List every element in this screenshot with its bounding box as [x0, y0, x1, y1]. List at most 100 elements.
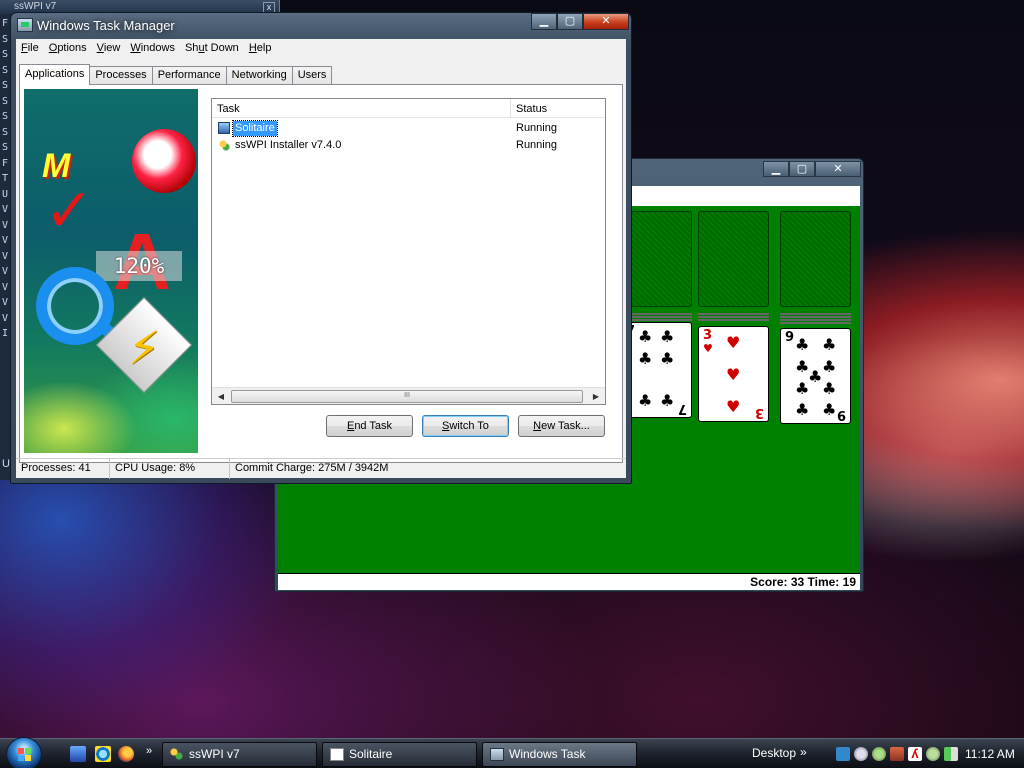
start-button[interactable]: [6, 737, 42, 768]
internet-explorer-icon[interactable]: [95, 746, 111, 762]
face-down-card: [698, 316, 769, 318]
club-pip: ♣: [795, 335, 810, 354]
club-pip: ♣: [660, 391, 675, 410]
tab-users[interactable]: Users: [291, 66, 333, 85]
windows-logo-icon: [18, 748, 32, 762]
club-pip: ♣: [660, 327, 675, 346]
tray-app2-icon[interactable]: [926, 747, 940, 761]
club-pip: ♣: [795, 400, 810, 419]
menu-options[interactable]: Options: [46, 39, 94, 58]
firefox-icon[interactable]: [118, 746, 134, 762]
club-pip: ♣: [638, 327, 653, 346]
clock[interactable]: 11:12 AM: [965, 747, 1015, 761]
tab-applications[interactable]: Applications: [19, 64, 91, 85]
solitaire-score-status: Score: 33 Time: 19: [278, 573, 860, 590]
face-down-card: [780, 322, 851, 324]
solitaire-maximize-button[interactable]: ▢: [789, 161, 815, 177]
new-task-button[interactable]: New Task...: [518, 415, 605, 437]
menu-shut-down[interactable]: Shut Down: [182, 39, 246, 58]
status-commit-charge: Commit Charge: 275M / 3942M: [235, 462, 389, 474]
task-manager-window[interactable]: Windows Task Manager ▁ ▢ ✕ File Options …: [10, 12, 632, 484]
club-pip: ♣: [822, 335, 837, 354]
sswpi-icon: [218, 139, 230, 151]
heart-pip: ♥: [703, 342, 713, 355]
scroll-left-icon[interactable]: ◀: [214, 390, 228, 403]
tab-performance[interactable]: Performance: [151, 66, 227, 85]
tray-update-icon[interactable]: [854, 747, 868, 761]
column-header-task[interactable]: Task: [212, 99, 511, 118]
card-3-hearts[interactable]: 3 ♥ ♥ ♥ ♥ 3: [698, 326, 769, 422]
show-desktop-icon[interactable]: [70, 746, 86, 762]
taskbar-button-label: ssWPI v7: [189, 747, 240, 761]
sswpi-bottom-text: U: [2, 458, 10, 470]
switch-to-button[interactable]: Switch To: [422, 415, 509, 437]
menu-view[interactable]: View: [94, 39, 128, 58]
task-status: Running: [516, 139, 557, 151]
taskbar: » ssWPI v7 Solitaire Windows Task Manage…: [0, 737, 1024, 768]
club-pip: ♣: [638, 391, 653, 410]
menu-windows[interactable]: Windows: [127, 39, 182, 58]
menu-file[interactable]: File: [18, 39, 46, 58]
desktop-toolbar-chevron-icon[interactable]: »: [800, 745, 807, 759]
club-pip: ♣: [822, 379, 837, 398]
column-header-status[interactable]: Status: [511, 99, 607, 118]
face-down-card: [780, 316, 851, 318]
lightning-bolt-icon: ⚡: [127, 322, 161, 374]
taskbar-button-task-manager[interactable]: Windows Task Manager: [482, 742, 637, 767]
checkmark-logo-icon: ✓: [44, 177, 95, 244]
heart-pip: ♥: [726, 397, 741, 416]
task-name[interactable]: ssWPI Installer v7.4.0: [233, 138, 343, 153]
end-task-button[interactable]: End Task: [326, 415, 413, 437]
task-manager-icon: [490, 748, 504, 761]
solitaire-minimize-button[interactable]: ▁: [763, 161, 789, 177]
task-list[interactable]: Task Status Solitaire Running ssWPI Inst…: [211, 98, 606, 405]
task-row[interactable]: ssWPI Installer v7.4.0 Running: [212, 137, 605, 154]
tray-network-icon[interactable]: [836, 747, 850, 761]
zoom-label: 120%: [96, 251, 182, 281]
face-down-card: [780, 319, 851, 321]
foundation-pile[interactable]: [780, 211, 851, 307]
taskbar-button-sswpi[interactable]: ssWPI v7: [162, 742, 317, 767]
desktop-toolbar-label[interactable]: Desktop: [752, 746, 796, 760]
sswpi-icon: [170, 748, 184, 761]
task-manager-icon: [17, 18, 33, 32]
taskbar-button-label: Solitaire: [349, 747, 393, 761]
menubar: File Options View Windows Shut Down Help: [16, 39, 626, 58]
scroll-right-icon[interactable]: ▶: [589, 390, 603, 403]
close-button[interactable]: ✕: [583, 13, 629, 30]
sswpi-banner-image: M ✓ A 120% ⚡: [24, 89, 198, 453]
status-cpu-usage: CPU Usage: 8%: [110, 459, 230, 479]
foundation-pile[interactable]: [698, 211, 769, 307]
club-pip: ♣: [808, 367, 823, 386]
tray-app-icon[interactable]: [872, 747, 886, 761]
club-pip: ♣: [822, 357, 837, 376]
minimize-button[interactable]: ▁: [531, 13, 557, 30]
solitaire-close-button[interactable]: ✕: [815, 161, 861, 177]
card-9-clubs[interactable]: 9 ♣ ♣ ♣ ♣ ♣ ♣ ♣ ♣ ♣ 9: [780, 328, 851, 424]
tray-volume-icon[interactable]: [944, 747, 958, 761]
club-pip: ♣: [638, 349, 653, 368]
scroll-thumb[interactable]: III: [231, 390, 583, 403]
window-title: Windows Task Manager: [37, 18, 175, 33]
statusbar: Processes: 41 CPU Usage: 8% Commit Charg…: [16, 458, 626, 479]
flame-logo-icon: [132, 129, 196, 193]
horizontal-scrollbar[interactable]: ◀ III ▶: [212, 387, 605, 404]
club-pip: ♣: [795, 379, 810, 398]
card-rank: 9: [836, 407, 846, 422]
menu-help[interactable]: Help: [246, 39, 279, 58]
card-rank: 9: [785, 330, 795, 345]
solitaire-window-controls: ▁ ▢ ✕: [763, 161, 861, 177]
quick-launch-chevron-icon[interactable]: »: [146, 745, 152, 757]
tray-deer-icon[interactable]: [890, 747, 904, 761]
taskbar-button-solitaire[interactable]: Solitaire: [322, 742, 477, 767]
tab-strip: Applications Processes Performance Netwo…: [19, 64, 333, 85]
maximize-button[interactable]: ▢: [557, 13, 583, 30]
window-controls: ▁ ▢ ✕: [531, 13, 629, 30]
task-manager-titlebar[interactable]: Windows Task Manager ▁ ▢ ✕: [11, 13, 631, 39]
tab-networking[interactable]: Networking: [225, 66, 293, 85]
face-down-card: [780, 313, 851, 315]
task-name[interactable]: Solitaire: [232, 120, 278, 137]
tray-avira-icon[interactable]: ʎ: [908, 747, 922, 761]
tab-processes[interactable]: Processes: [89, 66, 153, 85]
task-row[interactable]: Solitaire Running: [212, 120, 605, 137]
